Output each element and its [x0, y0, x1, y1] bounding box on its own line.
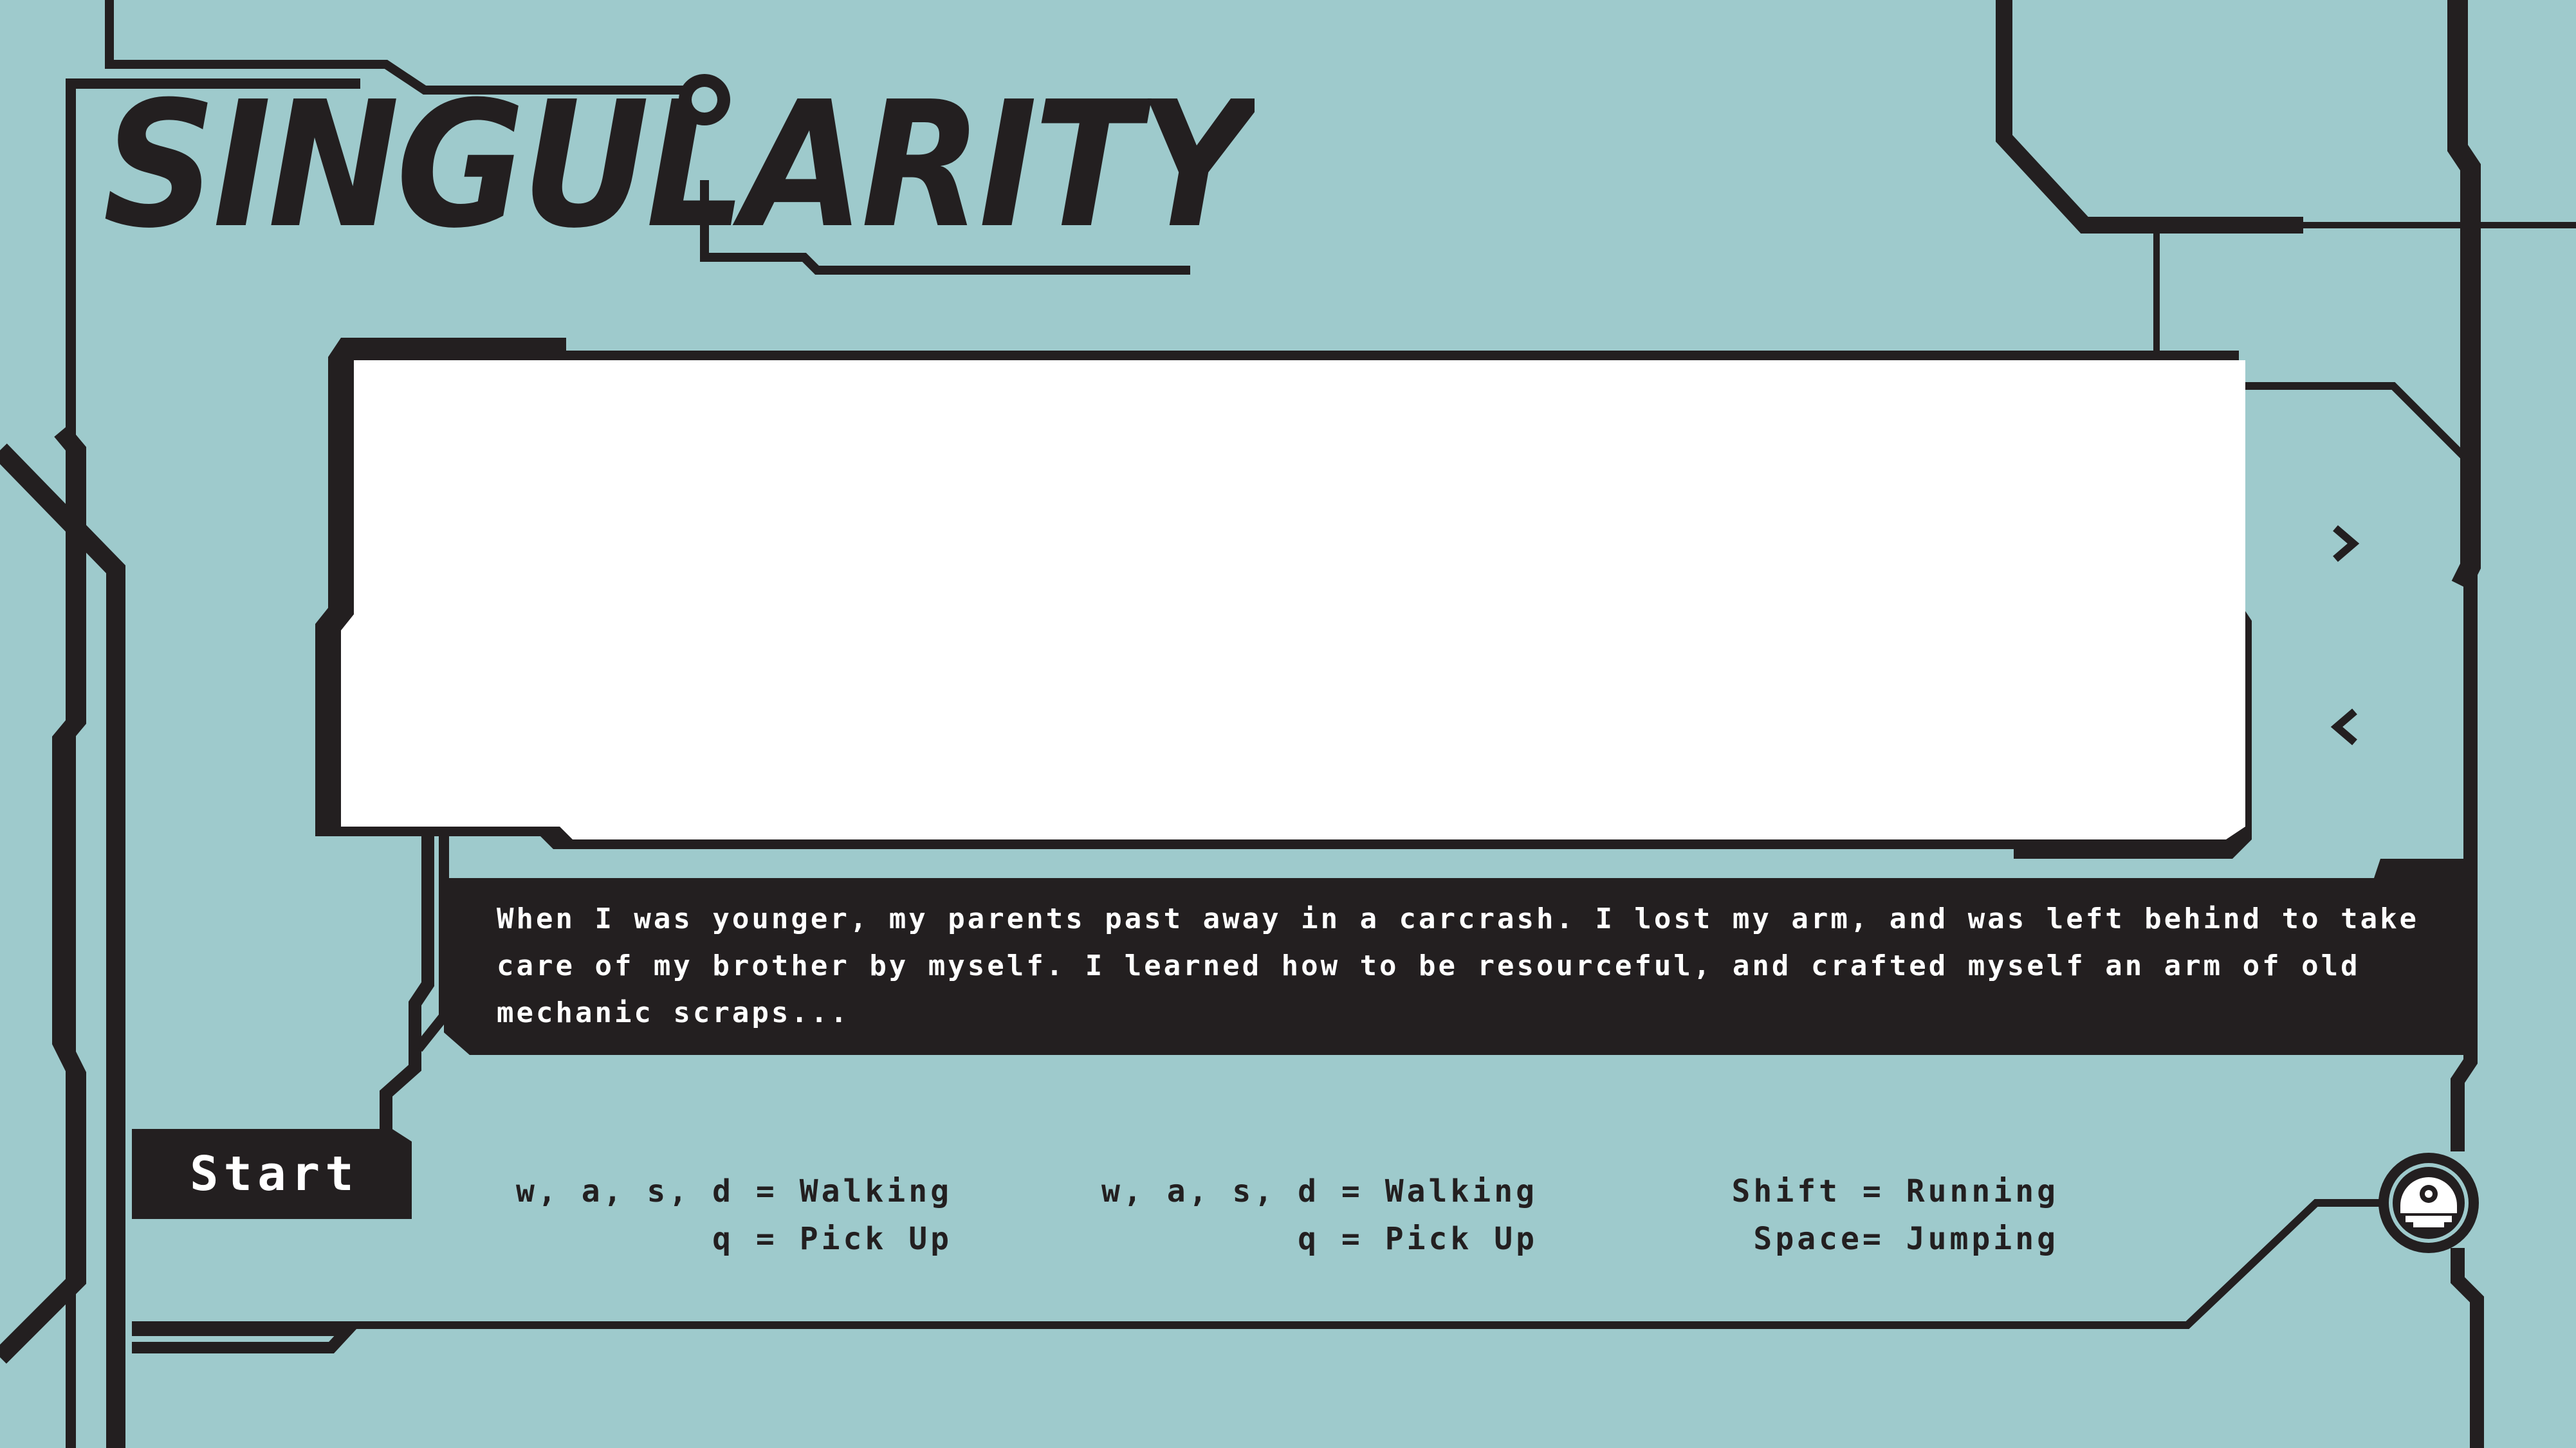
controls-hint-1: w, a, s, d = Walking q = Pick Up [502, 1168, 952, 1263]
chevron-right-icon [2333, 525, 2360, 562]
next-page-button[interactable] [2316, 515, 2374, 573]
control-line: Space= Jumping [1753, 1221, 2059, 1257]
control-line: q = Pick Up [1298, 1221, 1538, 1257]
control-line: Shift = Running [1731, 1173, 2059, 1209]
start-button-label: Start [190, 1146, 359, 1202]
game-title-logo: SINGULARITY [103, 71, 1255, 275]
start-button[interactable]: Start [132, 1129, 412, 1219]
control-line: q = Pick Up [712, 1221, 952, 1257]
story-image-panel [315, 338, 2252, 859]
previous-page-button[interactable] [2316, 698, 2374, 756]
game-screen: SINGULARITY When I was younger, my paren… [0, 0, 2576, 1448]
story-text-box: When I was younger, my parents past away… [450, 875, 2477, 1055]
controls-hint-2: w, a, s, d = Walking q = Pick Up [1087, 1168, 1538, 1263]
story-text: When I was younger, my parents past away… [497, 903, 2420, 1029]
game-title: SINGULARITY [103, 71, 1255, 266]
control-line: w, a, s, d = Walking [1101, 1173, 1538, 1209]
chevron-left-icon [2330, 708, 2357, 746]
control-line: w, a, s, d = Walking [516, 1173, 952, 1209]
controls-hint-3: Shift = Running Space= Jumping [1608, 1168, 2059, 1263]
robot-head-icon [2378, 1153, 2479, 1253]
